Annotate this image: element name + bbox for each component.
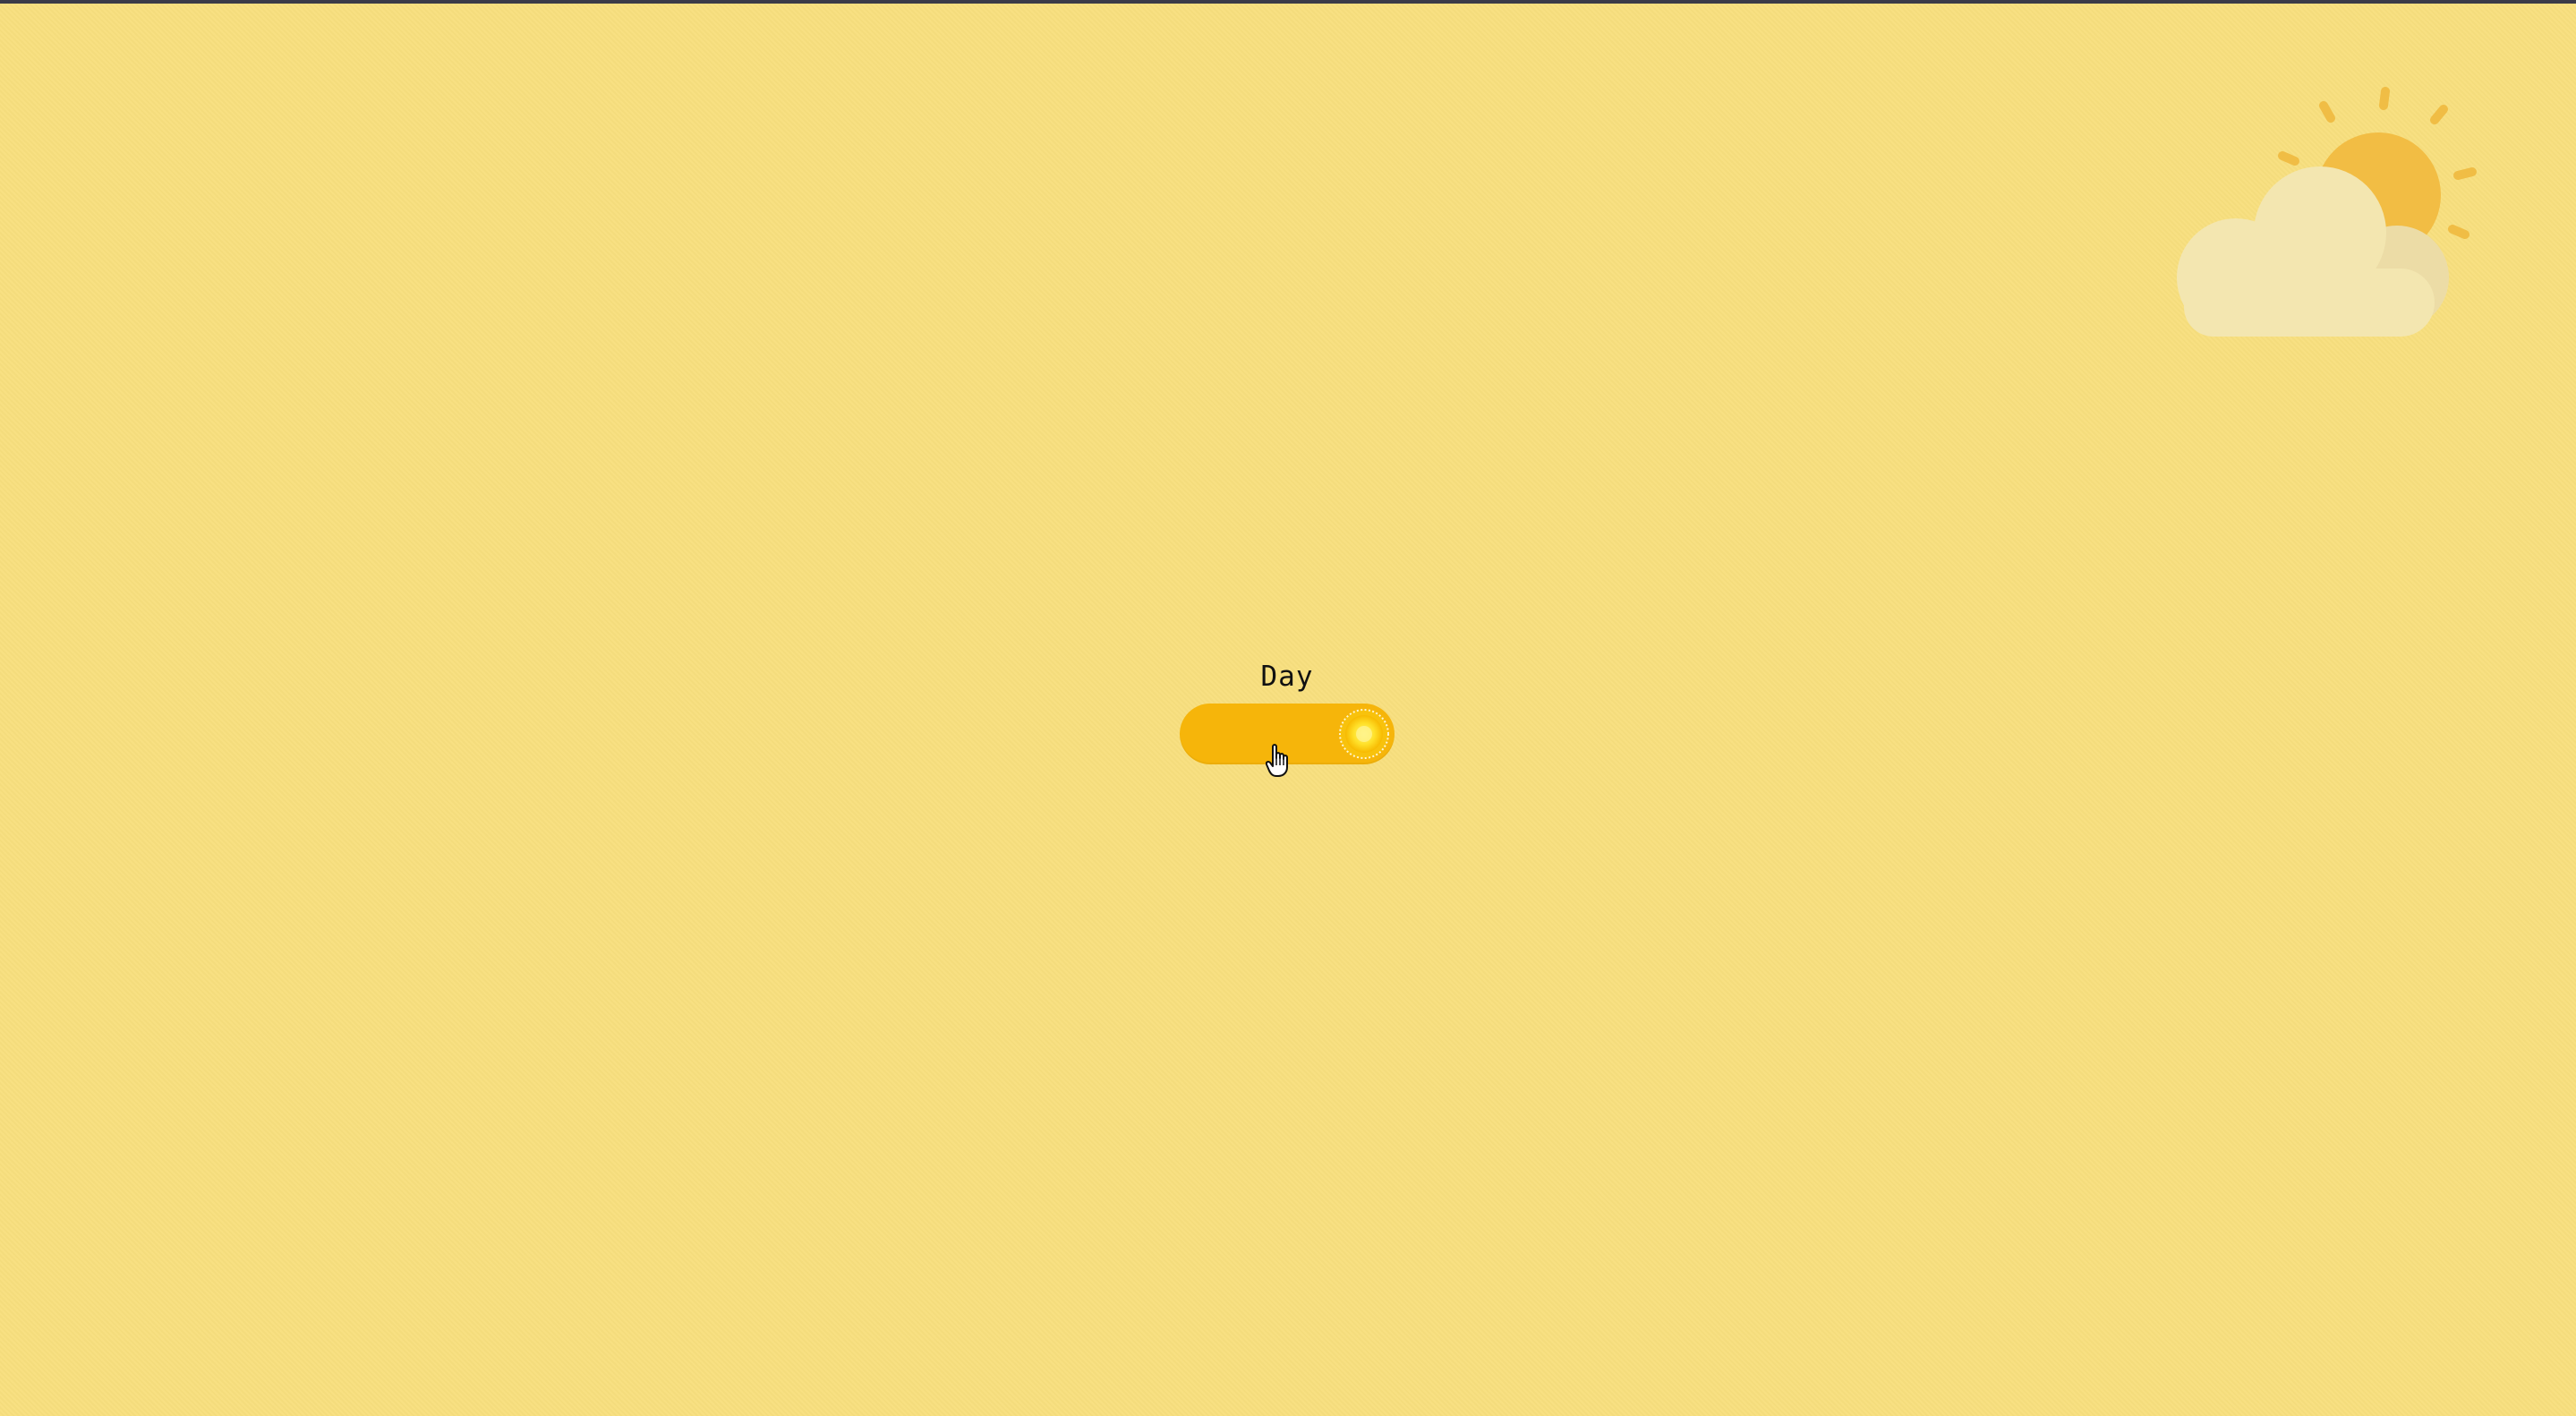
window-top-border [0,0,2576,4]
hand-cursor-icon [1266,744,1288,777]
sun-icon [1339,709,1389,759]
toggle-label: Day [1260,661,1314,693]
partly-cloudy-icon [2177,87,2477,337]
